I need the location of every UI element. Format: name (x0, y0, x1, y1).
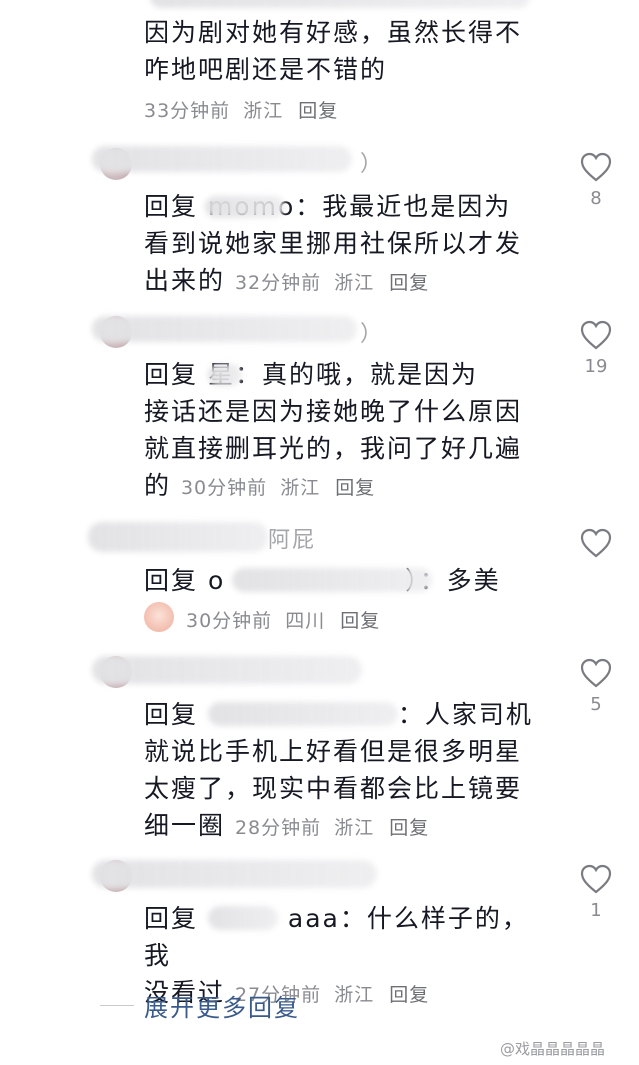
watermark: @戏晶晶晶晶晶 (500, 1040, 606, 1058)
comment-time: 33分钟前 (144, 100, 231, 122)
like-count: 5 (590, 694, 602, 715)
blurred-name (92, 656, 362, 684)
like-count: 1 (590, 900, 602, 921)
comment-time: 28分钟前 (234, 817, 322, 839)
comment-text-line: 的 (144, 471, 172, 500)
blurred-text (208, 364, 242, 386)
comment-location: 浙江 (334, 817, 375, 839)
heart-icon (580, 658, 612, 688)
expand-more-replies[interactable]: 展开更多回复 (0, 988, 639, 1024)
like-button[interactable]: 5 (578, 658, 614, 715)
heart-icon (580, 320, 612, 350)
comment-text-line: 就直接删耳光的，我问了好几遍 (144, 434, 523, 463)
comment-time: 30分钟前 (180, 477, 268, 499)
like-button[interactable]: 8 (578, 152, 614, 209)
blurred-name (92, 316, 357, 342)
blurred-name (92, 860, 377, 888)
comment-text-line: 细一圈 (144, 811, 226, 840)
heart-icon (580, 528, 612, 558)
comment-time: 30分钟前 (186, 610, 273, 632)
comment-text-line: ：人家司机 (397, 700, 533, 729)
comment-location: 四川 (285, 610, 326, 632)
reply-button[interactable]: 回复 (298, 100, 338, 122)
blurred-text (205, 196, 285, 218)
heart-icon (580, 864, 612, 894)
reply-button[interactable]: 回复 (389, 272, 429, 294)
comment-text-line: 因为剧对她有好感，虽然长得不 (144, 18, 523, 47)
comment-location: 浙江 (243, 100, 284, 122)
comment-text-line: 太瘦了，现实中看都会比上镜要 (144, 774, 523, 803)
comment-text-line: aaa：什么样子的，我 (144, 904, 529, 970)
reply-button[interactable]: 回复 (335, 477, 375, 499)
comment-text-line: 回复 (144, 904, 199, 933)
blurred-text (232, 568, 432, 592)
divider (100, 1005, 134, 1006)
comment-location: 浙江 (334, 272, 375, 294)
reply-button[interactable]: 回复 (389, 817, 429, 839)
comment-time: 32分钟前 (234, 272, 322, 294)
like-count: 8 (590, 188, 602, 209)
commenter-name[interactable]: ） (360, 316, 384, 348)
like-button[interactable] (578, 528, 614, 564)
comment-text-line: 就说比手机上好看但是很多明星 (144, 737, 523, 766)
blurred-name (92, 146, 352, 172)
blurred-text (150, 0, 530, 8)
comment-text-line: 接话还是因为接她晚了什么原因 (144, 397, 523, 426)
comment-text-line: 看到说她家里挪用社保所以才发 (144, 229, 523, 258)
blurred-text (208, 906, 278, 930)
comment-location: 浙江 (280, 477, 321, 499)
blurred-text (208, 702, 398, 726)
expand-more-label[interactable]: 展开更多回复 (144, 988, 300, 1023)
like-count: 19 (584, 356, 608, 377)
commenter-name[interactable]: 阿屁 (268, 522, 316, 554)
commenter-name[interactable]: ） (360, 146, 384, 178)
like-button[interactable]: 19 (578, 320, 614, 377)
blurred-name (88, 522, 268, 552)
heart-icon (580, 152, 612, 182)
reply-button[interactable]: 回复 (340, 610, 380, 632)
comment-text-line: 回复 星：真的哦，就是因为 (144, 360, 478, 389)
comment-text-line: 回复 o (144, 566, 226, 595)
comment-text-line: 出来的 (144, 266, 226, 295)
comment-text-line: 咋地吧剧还是不错的 (144, 55, 388, 84)
like-button[interactable]: 1 (578, 864, 614, 921)
emoji-sticker-icon (144, 602, 174, 632)
comment-text-line: 回复 (144, 700, 199, 729)
